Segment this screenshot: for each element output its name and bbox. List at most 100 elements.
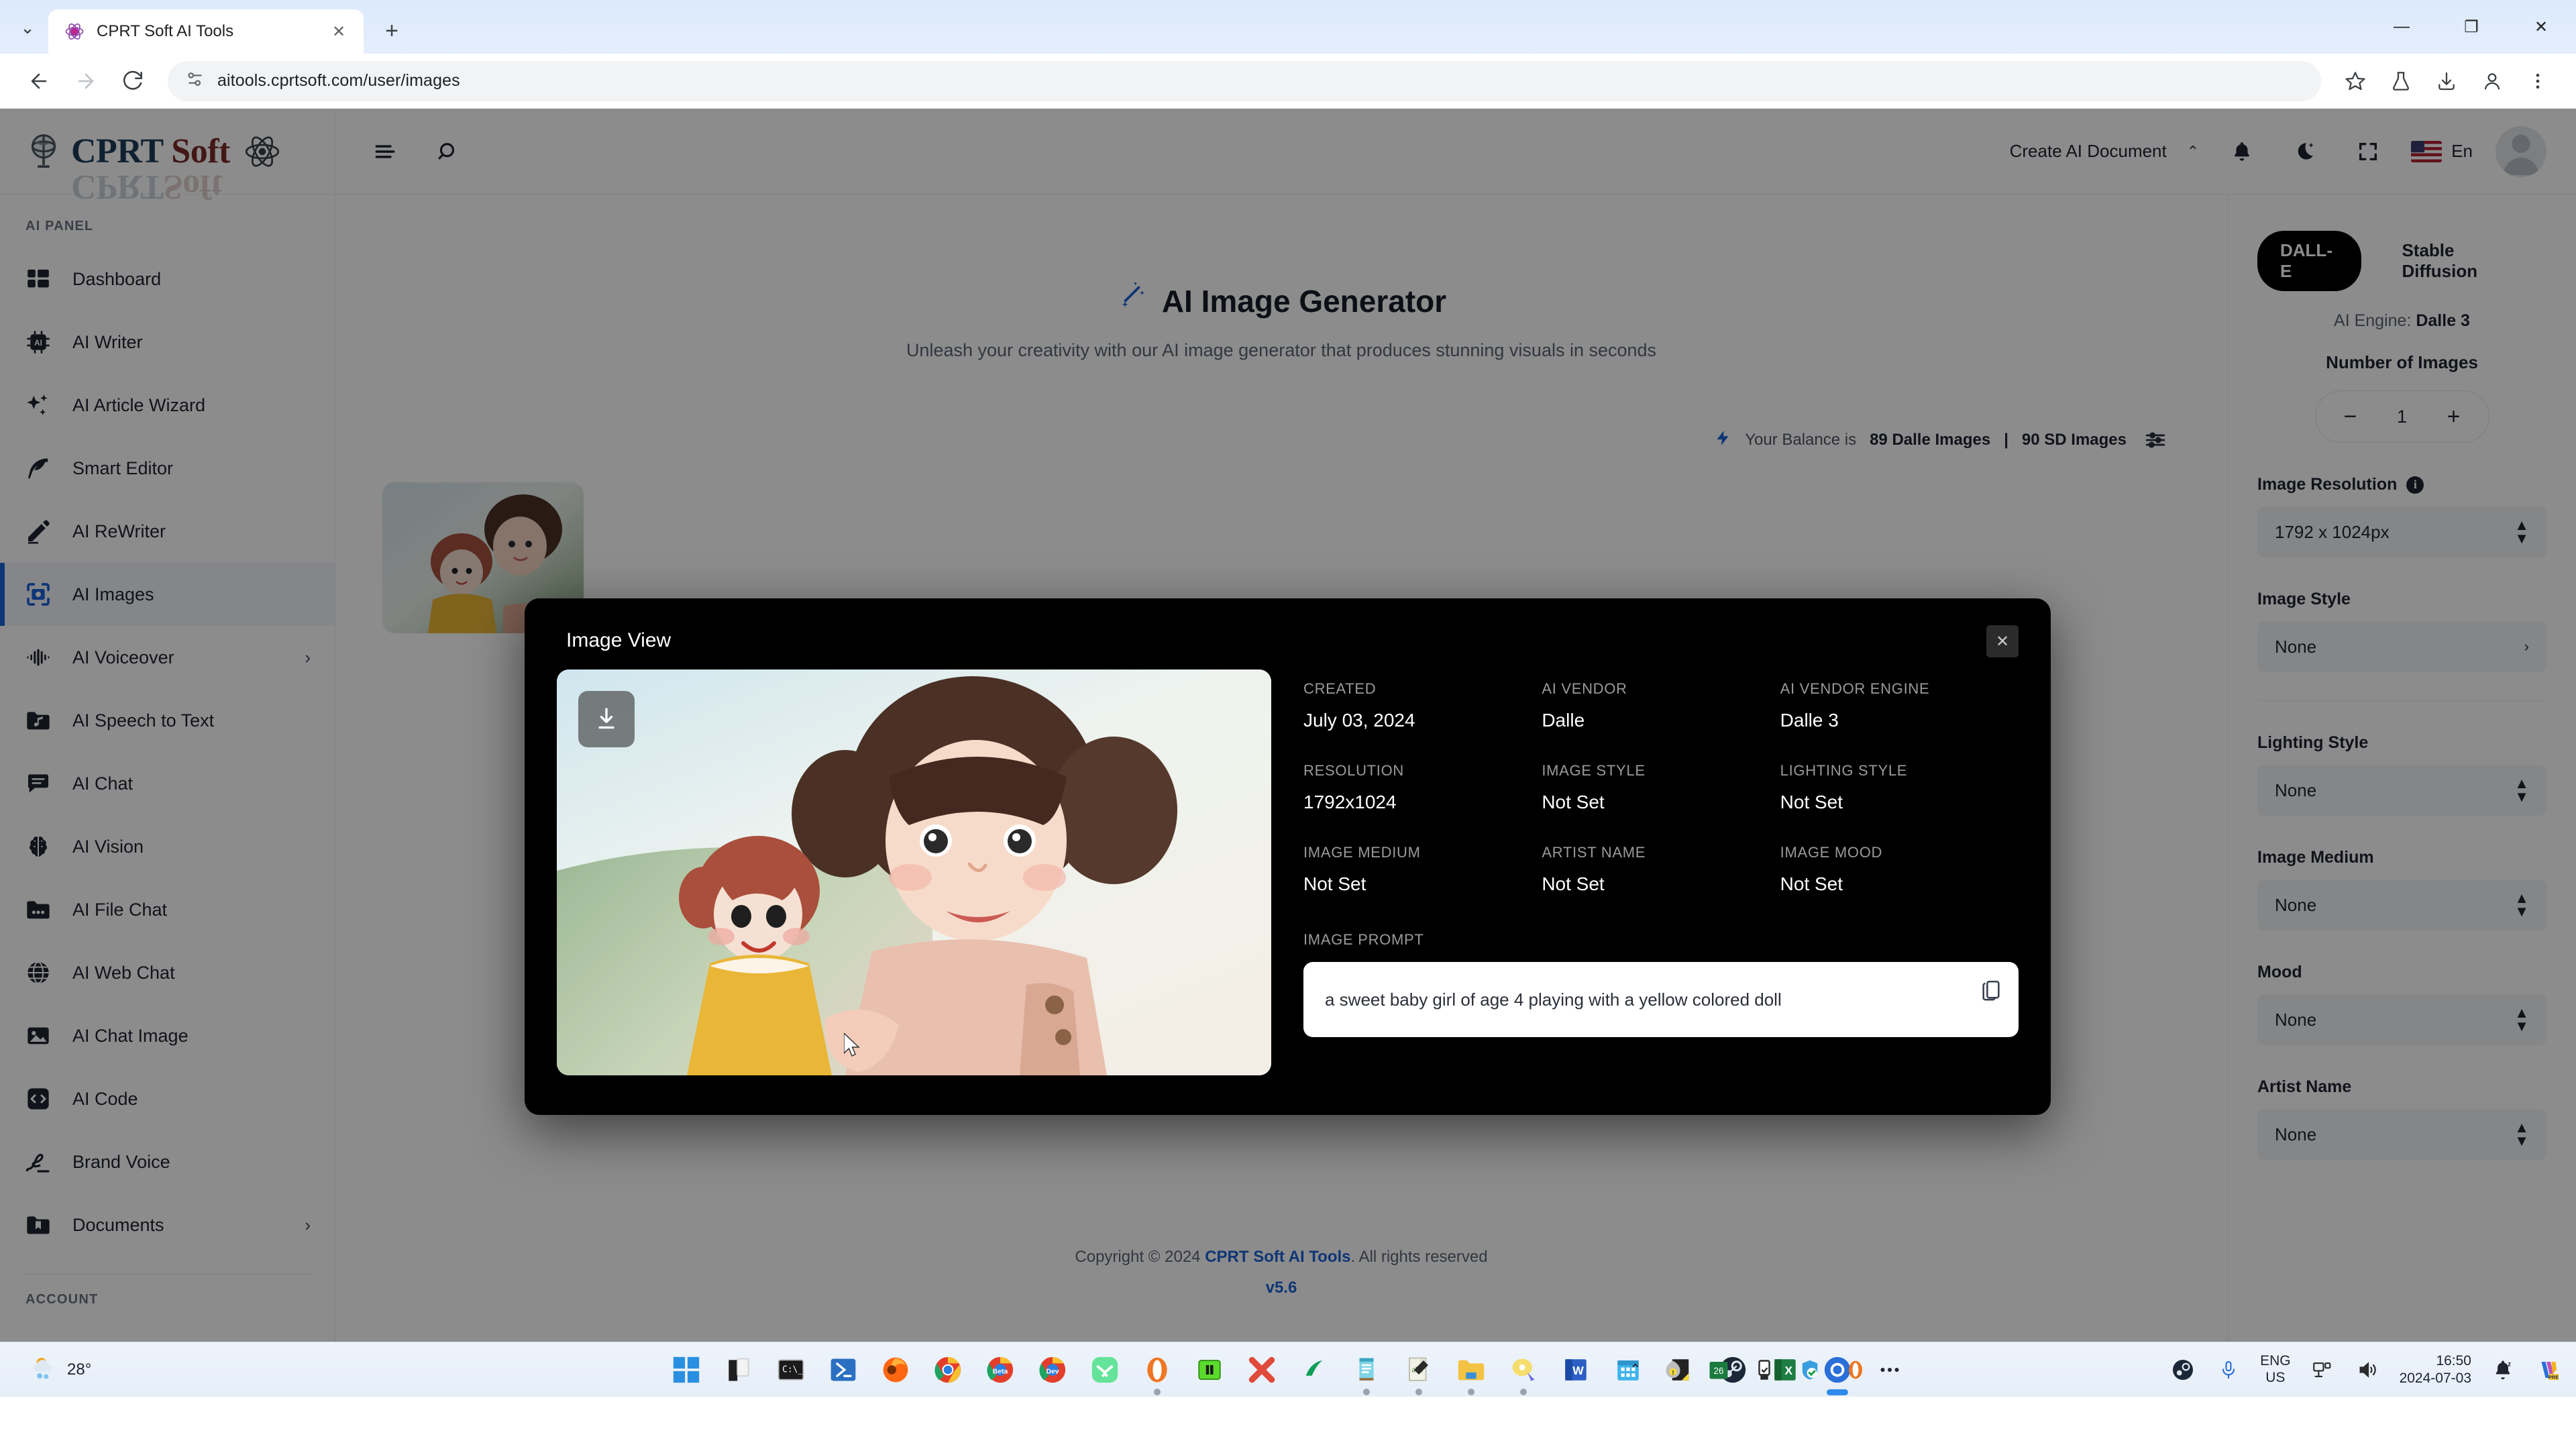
new-tab-button[interactable]: +	[373, 12, 411, 50]
svg-text:C:\_: C:\_	[782, 1364, 803, 1375]
image-prompt-value: a sweet baby girl of age 4 playing with …	[1325, 989, 1782, 1010]
notepad-plus-icon[interactable]	[1348, 1351, 1385, 1395]
volume-icon[interactable]	[2354, 1356, 2382, 1384]
browser-tab[interactable]: CPRT Soft AI Tools ✕	[48, 9, 364, 54]
meta-image-style: IMAGE STYLE Not Set	[1542, 762, 1780, 844]
bookmark-star-icon[interactable]	[2334, 60, 2376, 102]
network-icon[interactable]	[2308, 1356, 2337, 1384]
chrome-dev-icon[interactable]: Dev	[1034, 1351, 1071, 1389]
paint-icon[interactable]	[1505, 1351, 1542, 1395]
meta-key: IMAGE STYLE	[1542, 762, 1646, 779]
chrome-menu-icon[interactable]	[2517, 60, 2559, 102]
copy-icon[interactable]	[1980, 977, 2002, 1004]
folder-icon[interactable]	[1452, 1351, 1490, 1395]
clock[interactable]: 16:50 2024-07-03	[2400, 1352, 2471, 1386]
svg-text:26: 26	[1714, 1366, 1724, 1376]
image-prompt-box[interactable]: a sweet baby girl of age 4 playing with …	[1303, 962, 2019, 1037]
meta-value: Not Set	[1780, 873, 1843, 894]
web-app: CPRT Soft CPRTSoft AI PANEL Dashboard AI…	[0, 109, 2576, 1342]
tab-title: CPRT Soft AI Tools	[97, 22, 234, 40]
keyboard-language[interactable]: ENG US	[2260, 1353, 2291, 1387]
tab-close-icon[interactable]: ✕	[326, 19, 352, 44]
site-settings-icon[interactable]	[185, 69, 205, 93]
profile-icon[interactable]	[2471, 60, 2513, 102]
window-minimize-button[interactable]: —	[2367, 0, 2436, 54]
terminal-icon[interactable]: C:\_	[772, 1351, 810, 1389]
meta-resolution: RESOLUTION 1792x1024	[1303, 762, 1542, 844]
vm-icon[interactable]	[1191, 1351, 1228, 1389]
weather-temperature: 28°	[67, 1360, 92, 1379]
svg-text:!: !	[1672, 1369, 1674, 1376]
anaconda-icon[interactable]	[1295, 1351, 1333, 1389]
chrome-icon[interactable]	[929, 1351, 967, 1389]
browser-tabstrip: ⌄ CPRT Soft AI Tools ✕ + — ❐ ✕	[0, 0, 2576, 54]
defender-icon[interactable]	[1796, 1356, 1824, 1384]
steam-tray-icon[interactable]	[2169, 1356, 2197, 1384]
labs-flask-icon[interactable]	[2380, 60, 2422, 102]
file-explorer-icon[interactable]	[720, 1351, 757, 1389]
keyboard-language-line1: ENG	[2260, 1352, 2291, 1368]
svg-text:Dev: Dev	[1046, 1368, 1059, 1375]
messenger-icon[interactable]	[1086, 1351, 1124, 1389]
meta-value: 1792x1024	[1303, 792, 1397, 812]
modal-metadata: CREATED July 03, 2024 AI VENDOR Dalle AI VEN…	[1303, 669, 2019, 1083]
address-bar[interactable]: aitools.cprtsoft.com/user/images	[168, 60, 2321, 101]
back-icon[interactable]	[17, 60, 60, 103]
meta-key: IMAGE MOOD	[1780, 844, 1883, 861]
meta-value: Not Set	[1542, 873, 1605, 894]
modal-title: Image View	[566, 629, 672, 651]
window-maximize-button[interactable]: ❐	[2436, 0, 2506, 54]
reload-icon[interactable]	[111, 60, 154, 103]
xampp-icon[interactable]	[1243, 1351, 1281, 1389]
chrome-beta-icon[interactable]: Beta	[981, 1351, 1019, 1389]
download-icon[interactable]	[578, 691, 635, 747]
weather-icon	[31, 1353, 59, 1386]
windows-start-icon[interactable]	[667, 1351, 705, 1389]
calendar-26-icon[interactable]: 26	[1705, 1356, 1733, 1384]
svg-text:Beta: Beta	[993, 1368, 1008, 1375]
clock-time: 16:50	[2436, 1353, 2471, 1369]
address-bar-url: aitools.cprtsoft.com/user/images	[217, 71, 460, 90]
powershell-icon[interactable]	[824, 1351, 862, 1389]
forward-icon[interactable]	[64, 60, 107, 103]
word-icon[interactable]: W	[1557, 1351, 1595, 1389]
meta-key: AI VENDOR ENGINE	[1780, 680, 1930, 697]
svg-text:z: z	[2508, 1360, 2511, 1368]
meta-key: ARTIST NAME	[1542, 844, 1646, 861]
weather-widget[interactable]: 28°	[12, 1353, 193, 1386]
tabstrip-chevron-icon[interactable]: ⌄	[7, 7, 48, 48]
clock-date: 2024-07-03	[2399, 1370, 2471, 1386]
meta-key: LIGHTING STYLE	[1780, 762, 1908, 779]
taskbar-tray: ⌃ ! 26 ENG US 16:50 2024-07-03 z PRE	[1629, 1352, 2563, 1386]
mic-icon[interactable]	[2214, 1356, 2243, 1384]
browser-toolbar: aitools.cprtsoft.com/user/images	[0, 54, 2576, 109]
meta-value: July 03, 2024	[1303, 710, 1415, 731]
meta-artist-name: ARTIST NAME Not Set	[1542, 844, 1780, 926]
firefox-icon[interactable]	[877, 1351, 914, 1389]
svg-text:W: W	[1572, 1364, 1584, 1377]
modal-preview-image	[557, 669, 1271, 1075]
image-prompt-label: IMAGE PROMPT	[1303, 931, 1424, 948]
meta-value: Not Set	[1780, 792, 1843, 812]
usb-eject-icon[interactable]	[1750, 1356, 1778, 1384]
meta-value: Dalle 3	[1780, 710, 1839, 731]
meta-image-medium: IMAGE MEDIUM Not Set	[1303, 844, 1542, 926]
downloads-icon[interactable]	[2426, 60, 2467, 102]
meta-key: CREATED	[1303, 680, 1377, 697]
sublime-icon[interactable]: abc	[1400, 1351, 1438, 1395]
meta-value: Not Set	[1303, 873, 1366, 894]
close-icon[interactable]: ✕	[1986, 625, 2019, 657]
meta-key: AI VENDOR	[1542, 680, 1627, 697]
meta-lighting-style: LIGHTING STYLE Not Set	[1780, 762, 2019, 844]
opera-icon[interactable]	[1138, 1351, 1176, 1395]
windows-taskbar: 28° C:\_ Beta Dev W X ⌃ ! 26 ENG US 16:5…	[0, 1342, 2576, 1397]
meta-key: RESOLUTION	[1303, 762, 1405, 779]
window-close-button[interactable]: ✕	[2506, 0, 2576, 54]
tray-chevron-icon[interactable]: ⌃	[1629, 1361, 1642, 1379]
copilot-pre-icon[interactable]: PRE	[2534, 1356, 2563, 1384]
do-not-disturb-icon[interactable]: z	[2489, 1356, 2517, 1384]
keyboard-language-line2: US	[2265, 1369, 2286, 1385]
antivirus-icon[interactable]: !	[1659, 1356, 1687, 1384]
opera-tray-icon[interactable]	[1841, 1356, 1870, 1384]
meta-value: Dalle	[1542, 710, 1585, 731]
